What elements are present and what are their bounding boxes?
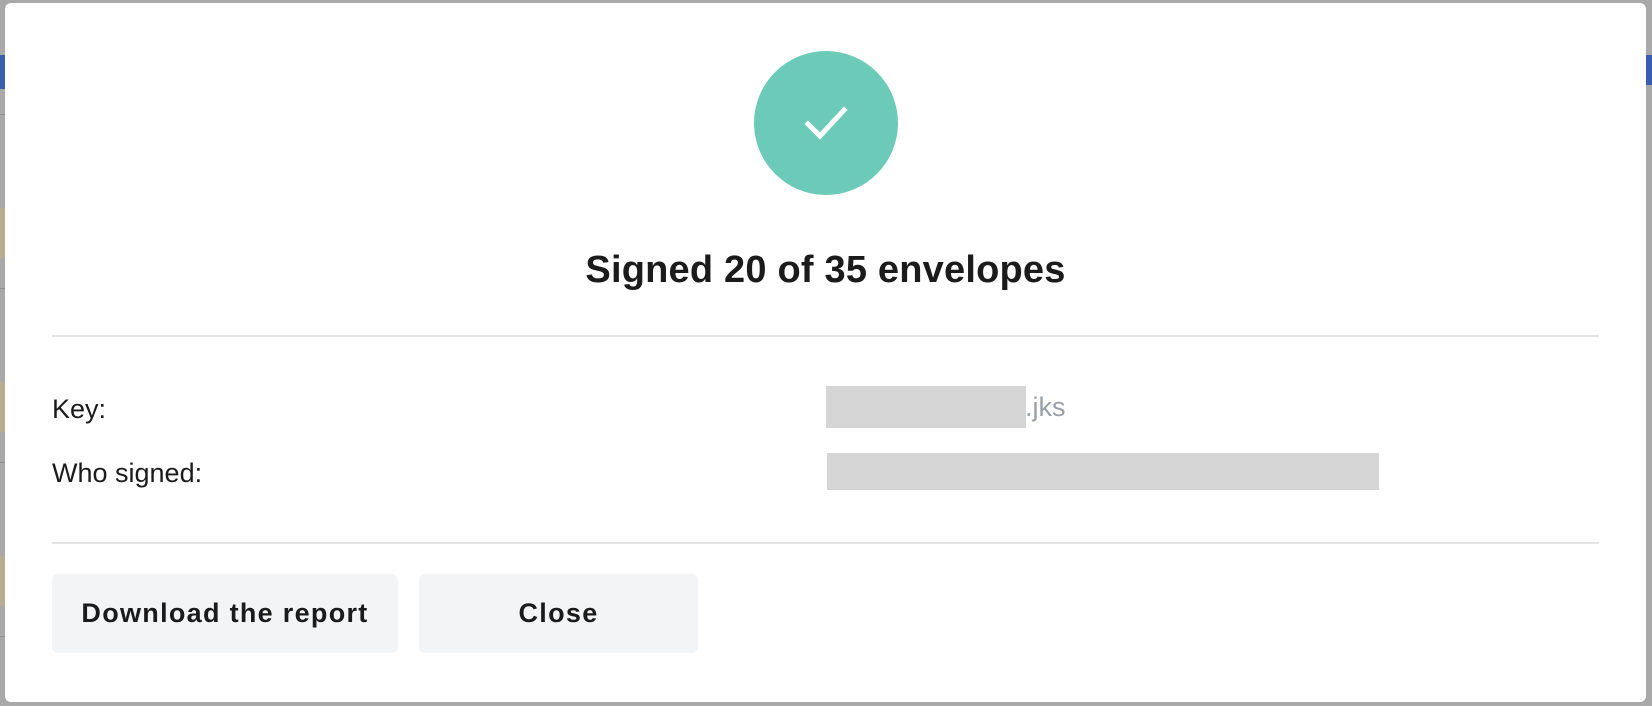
key-value-redacted bbox=[826, 386, 1026, 428]
bottom-divider bbox=[52, 542, 1599, 544]
success-badge bbox=[754, 51, 898, 195]
key-label: Key: bbox=[52, 394, 107, 424]
top-divider bbox=[52, 335, 1599, 337]
signing-result-dialog: Signed 20 of 35 envelopes Key: .jks Who … bbox=[5, 3, 1646, 702]
checkmark-icon bbox=[804, 105, 848, 141]
download-report-button[interactable]: Download the report bbox=[52, 574, 398, 653]
dialog-title: Signed 20 of 35 envelopes bbox=[585, 249, 1066, 291]
key-file-extension: .jks bbox=[1025, 392, 1066, 422]
background-accent bbox=[1645, 55, 1652, 85]
signer-value-redacted bbox=[827, 453, 1379, 490]
close-button[interactable]: Close bbox=[419, 574, 698, 653]
who-signed-label: Who signed: bbox=[52, 458, 203, 488]
